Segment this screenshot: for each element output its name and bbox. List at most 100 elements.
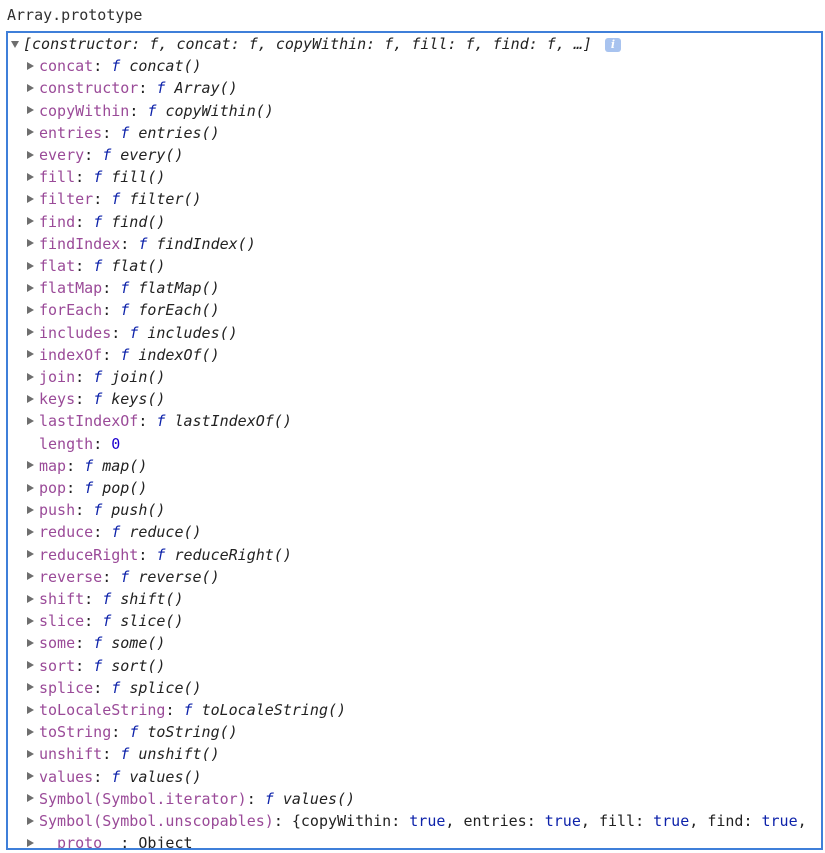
- property-key: includes: [39, 323, 112, 342]
- property-row[interactable]: slice: f slice(): [8, 610, 821, 632]
- expand-triangle-right-icon[interactable]: [27, 749, 34, 758]
- expand-triangle-right-icon[interactable]: [27, 328, 34, 337]
- property-key: some: [39, 634, 76, 653]
- function-signature: join(): [111, 368, 166, 386]
- property-row[interactable]: unshift: f unshift(): [8, 743, 821, 765]
- object-inspector-panel[interactable]: [constructor: f, concat: f, copyWithin: …: [6, 31, 823, 850]
- expand-triangle-right-icon[interactable]: [27, 661, 34, 670]
- property-content: keys: f keys(): [39, 388, 165, 410]
- property-row[interactable]: entries: f entries(): [8, 122, 821, 144]
- expand-triangle-right-icon[interactable]: [27, 83, 34, 92]
- preview-boolean-value: true: [761, 812, 798, 830]
- property-row[interactable]: copyWithin: f copyWithin(): [8, 100, 821, 122]
- expand-triangle-right-icon[interactable]: [27, 838, 34, 847]
- property-row[interactable]: pop: f pop(): [8, 477, 821, 499]
- object-summary-row[interactable]: [constructor: f, concat: f, copyWithin: …: [8, 33, 821, 55]
- property-row[interactable]: filter: f filter(): [8, 188, 821, 210]
- property-row[interactable]: toLocaleString: f toLocaleString(): [8, 699, 821, 721]
- property-row[interactable]: flat: f flat(): [8, 255, 821, 277]
- expand-triangle-right-icon[interactable]: [27, 106, 34, 115]
- colon-separator: :: [93, 57, 103, 76]
- property-key: flatMap: [39, 279, 103, 298]
- property-row[interactable]: join: f join(): [8, 366, 821, 388]
- colon-separator: :: [138, 545, 148, 564]
- expand-triangle-right-icon[interactable]: [27, 194, 34, 203]
- expand-triangle-right-icon[interactable]: [27, 61, 34, 70]
- expand-triangle-right-icon[interactable]: [27, 816, 34, 825]
- colon-separator: :: [75, 390, 85, 409]
- expand-triangle-right-icon[interactable]: [27, 616, 34, 625]
- property-row[interactable]: sort: f sort(): [8, 655, 821, 677]
- colon-separator: :: [93, 678, 103, 697]
- expand-triangle-right-icon[interactable]: [27, 794, 34, 803]
- info-icon[interactable]: i: [604, 38, 621, 52]
- expand-triangle-right-icon[interactable]: [27, 505, 34, 514]
- property-row[interactable]: map: f map(): [8, 455, 821, 477]
- function-marker: f: [93, 368, 103, 386]
- property-row[interactable]: values: f values(): [8, 766, 821, 788]
- expand-triangle-right-icon[interactable]: [27, 239, 34, 248]
- property-content: indexOf: f indexOf(): [39, 344, 220, 366]
- expand-triangle-right-icon[interactable]: [27, 772, 34, 781]
- function-signature: fill(): [111, 168, 166, 187]
- property-row[interactable]: shift: f shift(): [8, 588, 821, 610]
- property-row[interactable]: forEach: f forEach(): [8, 299, 821, 321]
- preview-key: find: [707, 812, 744, 830]
- expand-triangle-right-icon[interactable]: [27, 594, 34, 603]
- expand-triangle-right-icon[interactable]: [27, 394, 34, 403]
- expand-triangle-right-icon[interactable]: [27, 128, 34, 137]
- colon-separator: :: [111, 723, 121, 742]
- function-signature: copyWithin(): [165, 101, 274, 120]
- function-signature: every(): [120, 146, 184, 164]
- property-row[interactable]: reverse: f reverse(): [8, 566, 821, 588]
- expand-triangle-right-icon[interactable]: [27, 483, 34, 492]
- property-row[interactable]: includes: f includes(): [8, 322, 821, 344]
- expand-triangle-right-icon[interactable]: [27, 283, 34, 292]
- object-summary-label: [constructor: f, concat: f, copyWithin: …: [23, 35, 592, 53]
- expand-triangle-right-icon[interactable]: [27, 150, 34, 159]
- expand-triangle-down-icon[interactable]: [11, 41, 19, 48]
- expand-triangle-right-icon[interactable]: [27, 638, 34, 647]
- property-row[interactable]: length: 0: [8, 433, 821, 455]
- function-signature: reverse(): [138, 567, 220, 586]
- property-key: __proto__: [39, 834, 121, 850]
- property-row[interactable]: flatMap: f flatMap(): [8, 277, 821, 299]
- object-open-brace: {: [291, 812, 301, 830]
- expand-triangle-right-icon[interactable]: [27, 461, 34, 470]
- expand-triangle-right-icon[interactable]: [27, 172, 34, 181]
- property-row[interactable]: reduceRight: f reduceRight(): [8, 544, 821, 566]
- function-signature: push(): [111, 501, 166, 520]
- property-content: lastIndexOf: f lastIndexOf(): [39, 410, 292, 432]
- property-row[interactable]: findIndex: f findIndex(): [8, 233, 821, 255]
- property-row[interactable]: splice: f splice(): [8, 677, 821, 699]
- expand-triangle-right-icon[interactable]: [27, 572, 34, 581]
- expand-triangle-right-icon[interactable]: [27, 705, 34, 714]
- property-row[interactable]: every: f every(): [8, 144, 821, 166]
- property-row[interactable]: Symbol(Symbol.iterator): f values(): [8, 788, 821, 810]
- property-row[interactable]: Symbol(Symbol.unscopables): {copyWithin:…: [8, 810, 821, 832]
- property-row[interactable]: lastIndexOf: f lastIndexOf(): [8, 410, 821, 432]
- expand-triangle-right-icon[interactable]: [27, 261, 34, 270]
- property-row[interactable]: fill: f fill(): [8, 166, 821, 188]
- expand-triangle-right-icon[interactable]: [27, 550, 34, 559]
- property-row[interactable]: find: f find(): [8, 211, 821, 233]
- expand-triangle-right-icon[interactable]: [27, 416, 34, 425]
- property-row[interactable]: reduce: f reduce(): [8, 521, 821, 543]
- expand-triangle-right-icon[interactable]: [27, 727, 34, 736]
- expand-triangle-right-icon[interactable]: [27, 305, 34, 314]
- property-row[interactable]: constructor: f Array(): [8, 77, 821, 99]
- property-row[interactable]: toString: f toString(): [8, 721, 821, 743]
- property-row[interactable]: keys: f keys(): [8, 388, 821, 410]
- property-row[interactable]: indexOf: f indexOf(): [8, 344, 821, 366]
- function-marker: f: [120, 345, 130, 364]
- expand-triangle-right-icon[interactable]: [27, 372, 34, 381]
- property-row[interactable]: push: f push(): [8, 499, 821, 521]
- expand-triangle-right-icon[interactable]: [27, 350, 34, 359]
- property-row[interactable]: some: f some(): [8, 632, 821, 654]
- property-row[interactable]: __proto__: Object: [8, 832, 821, 850]
- expand-triangle-right-icon[interactable]: [27, 217, 34, 226]
- colon-separator: :: [526, 812, 536, 830]
- expand-triangle-right-icon[interactable]: [27, 683, 34, 692]
- expand-triangle-right-icon[interactable]: [27, 527, 34, 536]
- property-row[interactable]: concat: f concat(): [8, 55, 821, 77]
